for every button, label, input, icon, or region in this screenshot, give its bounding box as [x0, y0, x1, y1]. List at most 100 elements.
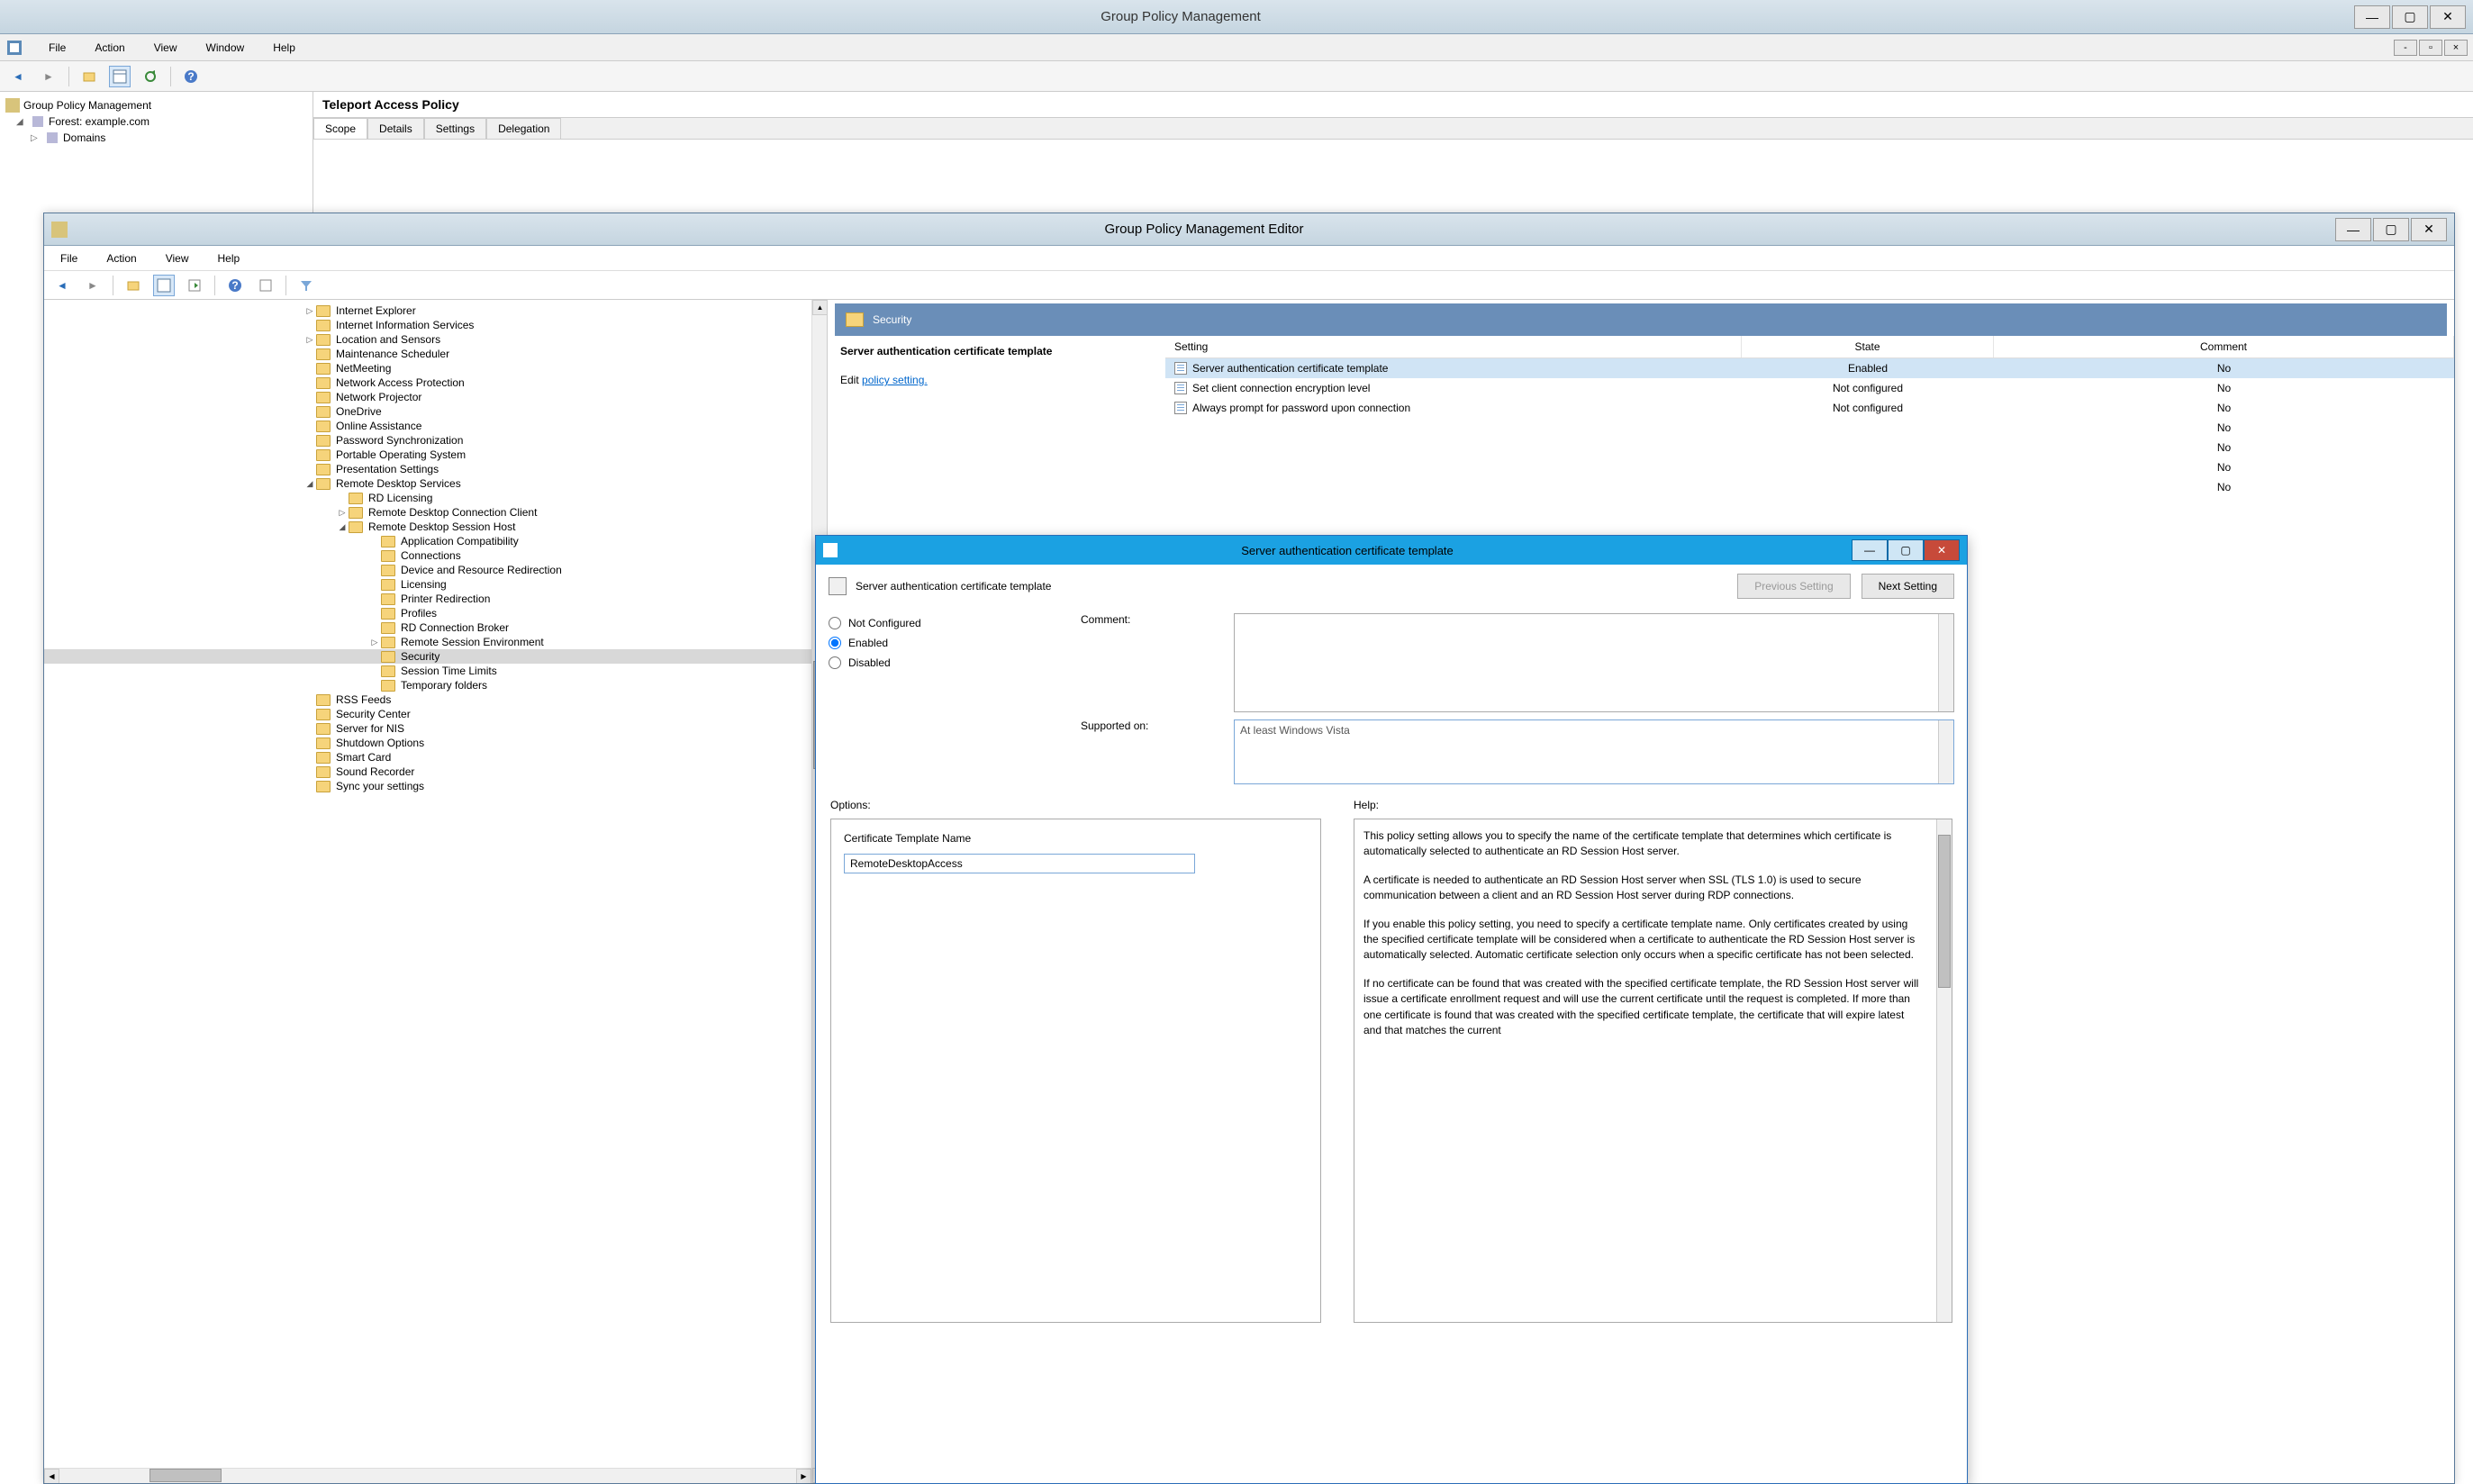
tree-item[interactable]: ◢Remote Desktop Services	[44, 476, 827, 491]
tree-item[interactable]: ▷Remote Session Environment	[44, 635, 827, 649]
comment-textarea[interactable]	[1234, 613, 1954, 712]
menu-file[interactable]: File	[43, 38, 71, 58]
tree-expander-icon[interactable]: ▷	[303, 335, 316, 345]
maximize-button[interactable]: ▢	[2373, 218, 2409, 241]
tree-item[interactable]: RD Connection Broker	[44, 620, 827, 635]
menu-help[interactable]: Help	[213, 249, 246, 268]
tree-item[interactable]: Printer Redirection	[44, 592, 827, 606]
tb-btn-c[interactable]	[184, 275, 205, 296]
table-row[interactable]: No	[1165, 477, 2454, 497]
tree-expander-icon[interactable]: ▷	[336, 508, 349, 518]
tree-expander-icon[interactable]: ▷	[303, 306, 316, 316]
radio-not-configured[interactable]: Not Configured	[829, 613, 1072, 633]
tree-item[interactable]: Profiles	[44, 606, 827, 620]
gpeditor-tree[interactable]: ▷Internet ExplorerInternet Information S…	[44, 300, 828, 1483]
tree-expander-icon[interactable]: ▷	[368, 638, 381, 647]
table-row[interactable]: No	[1165, 418, 2454, 438]
tree-item[interactable]: Internet Information Services	[44, 318, 827, 332]
tree-item[interactable]: Session Time Limits	[44, 664, 827, 678]
tree-domains[interactable]: ▷ Domains	[5, 130, 307, 146]
help-scroll-thumb[interactable]	[1938, 835, 1951, 988]
previous-setting-button[interactable]: Previous Setting	[1737, 574, 1850, 599]
table-row[interactable]: Server authentication certificate templa…	[1165, 358, 2454, 378]
tree-item[interactable]: Sync your settings	[44, 779, 827, 793]
tree-item[interactable]: Presentation Settings	[44, 462, 827, 476]
maximize-button[interactable]: ▢	[2392, 5, 2428, 29]
close-button[interactable]: ✕	[2430, 5, 2466, 29]
back-button[interactable]	[51, 275, 73, 296]
menu-action[interactable]: Action	[101, 249, 141, 268]
tree-item[interactable]: Security	[44, 649, 827, 664]
help-scrollbar[interactable]	[1936, 819, 1952, 1322]
menu-help[interactable]: Help	[267, 38, 301, 58]
back-button[interactable]	[7, 66, 29, 87]
tree-hscrollbar[interactable]: ◀ ▶	[44, 1468, 811, 1483]
tab-scope[interactable]: Scope	[313, 118, 367, 139]
tree-forest[interactable]: ◢ Forest: example.com	[5, 113, 307, 130]
scroll-right-button[interactable]: ▶	[796, 1469, 811, 1483]
menu-action[interactable]: Action	[89, 38, 130, 58]
tree-item[interactable]: RD Licensing	[44, 491, 827, 505]
minimize-button[interactable]: —	[2335, 218, 2371, 241]
forward-button[interactable]	[82, 275, 104, 296]
tb-btn-a[interactable]	[122, 275, 144, 296]
tree-expander-icon[interactable]: ◢	[336, 522, 349, 532]
help-button[interactable]: ?	[180, 66, 202, 87]
tree-item[interactable]: Portable Operating System	[44, 448, 827, 462]
menu-file[interactable]: File	[55, 249, 83, 268]
tb-btn-1[interactable]	[78, 66, 100, 87]
help-button[interactable]: ?	[224, 275, 246, 296]
tree-expander-icon[interactable]: ◢	[303, 479, 316, 489]
tb-btn-b[interactable]	[153, 275, 175, 296]
hscroll-thumb[interactable]	[149, 1469, 222, 1482]
close-button[interactable]: ✕	[2411, 218, 2447, 241]
close-button[interactable]: ✕	[1924, 539, 1960, 561]
tree-item[interactable]: Smart Card	[44, 750, 827, 765]
tree-expander[interactable]: ◢	[16, 117, 27, 127]
tree-item[interactable]: RSS Feeds	[44, 692, 827, 707]
cert-template-input[interactable]	[844, 854, 1195, 873]
table-row[interactable]: Set client connection encryption levelNo…	[1165, 378, 2454, 398]
filter-button[interactable]	[295, 275, 317, 296]
tree-item[interactable]: ▷Remote Desktop Connection Client	[44, 505, 827, 520]
mdi-minimize[interactable]: -	[2394, 40, 2417, 56]
minimize-button[interactable]: —	[1852, 539, 1888, 561]
table-row[interactable]: Always prompt for password upon connecti…	[1165, 398, 2454, 418]
tree-item[interactable]: Licensing	[44, 577, 827, 592]
tree-item[interactable]: ◢Remote Desktop Session Host	[44, 520, 827, 534]
menu-window[interactable]: Window	[201, 38, 250, 58]
minimize-button[interactable]: —	[2354, 5, 2390, 29]
radio-dis-input[interactable]	[829, 656, 841, 669]
supported-scrollbar[interactable]	[1938, 720, 1953, 783]
next-setting-button[interactable]: Next Setting	[1862, 574, 1954, 599]
tree-item[interactable]: Server for NIS	[44, 721, 827, 736]
tree-item[interactable]: Maintenance Scheduler	[44, 347, 827, 361]
col-comment[interactable]: Comment	[1994, 336, 2454, 357]
tab-details[interactable]: Details	[367, 118, 424, 139]
col-setting[interactable]: Setting	[1165, 336, 1742, 357]
tree-item[interactable]: Sound Recorder	[44, 765, 827, 779]
tree-item[interactable]: Security Center	[44, 707, 827, 721]
tree-item[interactable]: Temporary folders	[44, 678, 827, 692]
tree-item[interactable]: Application Compatibility	[44, 534, 827, 548]
tb-btn-d[interactable]	[255, 275, 276, 296]
tree-root[interactable]: Group Policy Management	[5, 97, 307, 113]
col-state[interactable]: State	[1742, 336, 1994, 357]
mdi-close[interactable]: ×	[2444, 40, 2468, 56]
tree-item[interactable]: Password Synchronization	[44, 433, 827, 448]
tb-btn-2[interactable]	[109, 66, 131, 87]
menu-view[interactable]: View	[149, 38, 183, 58]
tree-item[interactable]: Device and Resource Redirection	[44, 563, 827, 577]
table-row[interactable]: No	[1165, 457, 2454, 477]
radio-nc-input[interactable]	[829, 617, 841, 629]
tree-item[interactable]: Shutdown Options	[44, 736, 827, 750]
tree-expander[interactable]: ▷	[31, 133, 41, 143]
tree-item[interactable]: Network Projector	[44, 390, 827, 404]
scroll-up-button[interactable]: ▲	[812, 300, 828, 315]
tree-item[interactable]: ▷Location and Sensors	[44, 332, 827, 347]
radio-disabled[interactable]: Disabled	[829, 653, 1072, 673]
refresh-button[interactable]	[140, 66, 161, 87]
radio-enabled[interactable]: Enabled	[829, 633, 1072, 653]
tree-item[interactable]: OneDrive	[44, 404, 827, 419]
scroll-left-button[interactable]: ◀	[44, 1469, 59, 1483]
